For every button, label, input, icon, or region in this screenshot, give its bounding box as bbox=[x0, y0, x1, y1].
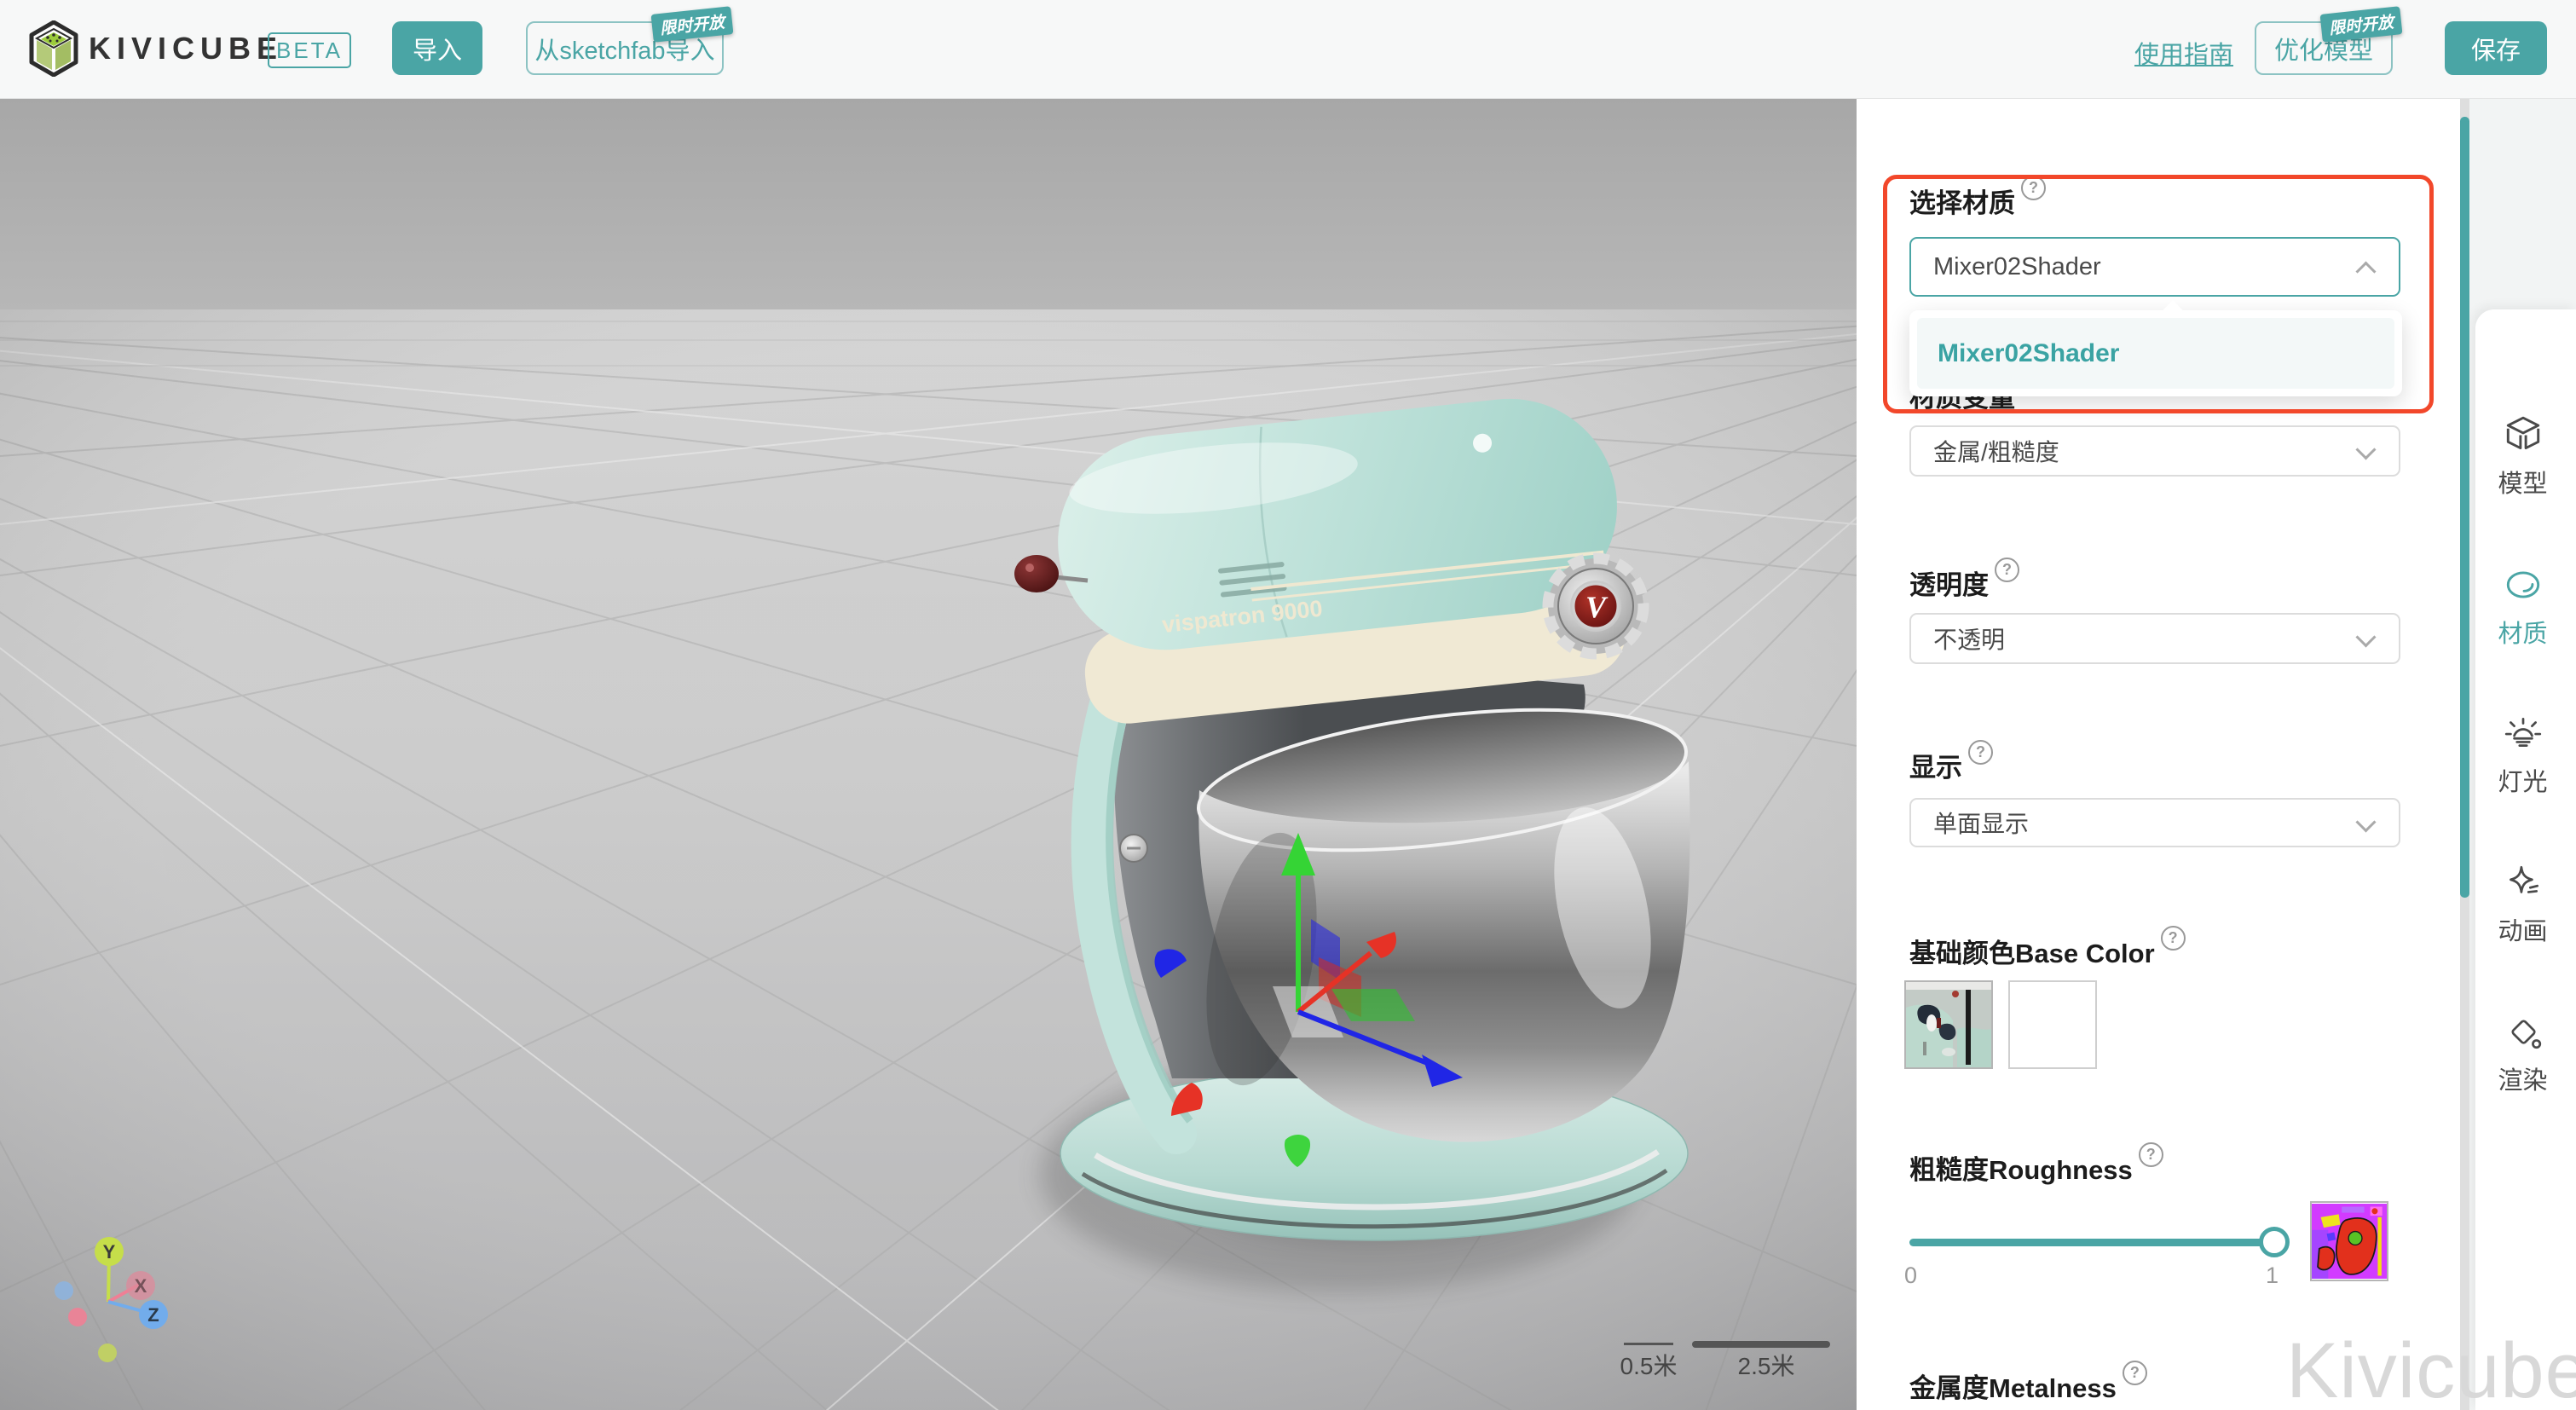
kiwi-cube-logo bbox=[29, 20, 78, 77]
workflow-select-value: 金属/粗糙度 bbox=[1933, 434, 2059, 468]
opacity-label: 透明度 ? bbox=[1909, 563, 2019, 602]
cube-icon bbox=[2502, 413, 2544, 456]
metalness-label-text: 金属度Metalness bbox=[1909, 1367, 2117, 1405]
roughness-label: 粗糙度Roughness ? bbox=[1909, 1148, 2163, 1187]
help-icon[interactable]: ? bbox=[1995, 558, 2019, 582]
tab-lighting[interactable]: 灯光 bbox=[2469, 712, 2576, 798]
help-icon[interactable]: ? bbox=[2161, 926, 2186, 951]
beta-badge: BETA bbox=[268, 32, 351, 68]
help-icon[interactable]: ? bbox=[1968, 740, 1993, 765]
sky-gradient bbox=[0, 98, 1857, 309]
axis-neg-z-handle[interactable] bbox=[55, 1281, 73, 1300]
user-guide-link[interactable]: 使用指南 bbox=[2134, 35, 2233, 71]
base-color-texture bbox=[1906, 982, 1991, 1067]
display-label: 显示 ? bbox=[1909, 746, 1993, 784]
save-button-label: 保存 bbox=[2471, 31, 2521, 66]
chevron-up-icon bbox=[2355, 261, 2376, 281]
import-button[interactable]: 导入 bbox=[392, 21, 482, 75]
display-label-text: 显示 bbox=[1909, 746, 1962, 784]
hub-logo-letter: V bbox=[1585, 590, 1609, 624]
viewport-canvas[interactable]: vispatron 9000 V bbox=[0, 98, 1857, 1410]
tab-render-label: 渲染 bbox=[2469, 1060, 2576, 1096]
opacity-select-value: 不透明 bbox=[1933, 621, 2005, 656]
scale-large-label: 2.5米 bbox=[1738, 1353, 1795, 1379]
brand-title: KIVICUBE bbox=[89, 31, 283, 66]
help-icon[interactable]: ? bbox=[2021, 176, 2046, 200]
roughness-min-label: 0 bbox=[1904, 1263, 1917, 1289]
opacity-label-text: 透明度 bbox=[1909, 563, 1989, 602]
help-icon[interactable]: ? bbox=[2139, 1142, 2163, 1167]
display-select-value: 单面显示 bbox=[1933, 806, 2029, 840]
help-icon[interactable]: ? bbox=[2123, 1361, 2147, 1385]
diamond-icon bbox=[2502, 1010, 2544, 1053]
material-properties-panel: 选择材质 ? Mixer02Shader Mixer02Shader 材质变量 … bbox=[1857, 98, 2460, 1410]
material-select[interactable]: Mixer02Shader bbox=[1909, 237, 2400, 297]
base-color-texture-swatch[interactable] bbox=[1904, 980, 1993, 1069]
panel-scrollbar-thumb[interactable] bbox=[2460, 117, 2469, 898]
optimize-model-button[interactable]: 优化模型 限时开放 bbox=[2255, 21, 2393, 75]
workflow-select[interactable]: 金属/粗糙度 bbox=[1909, 425, 2400, 477]
axis-x-label: X bbox=[135, 1275, 147, 1297]
tab-animation-label: 动画 bbox=[2469, 911, 2576, 947]
tab-render[interactable]: 渲染 bbox=[2469, 1010, 2576, 1096]
sparkle-icon bbox=[2502, 861, 2544, 904]
tab-lighting-label: 灯光 bbox=[2469, 762, 2576, 798]
metalness-label: 金属度Metalness ? bbox=[1909, 1367, 2147, 1405]
chevron-down-icon bbox=[2355, 812, 2376, 832]
select-material-label: 选择材质 ? bbox=[1909, 182, 2046, 220]
limited-time-badge: 限时开放 bbox=[2320, 6, 2403, 43]
import-button-label: 导入 bbox=[413, 31, 462, 66]
limited-time-badge: 限时开放 bbox=[651, 6, 734, 43]
light-icon bbox=[2502, 712, 2544, 754]
roughness-texture bbox=[2312, 1203, 2387, 1280]
base-color-label: 基础颜色Base Color ? bbox=[1909, 932, 2186, 970]
header-bar: KIVICUBE BETA 导入 从sketchfab导入 限时开放 使用指南 … bbox=[0, 0, 2576, 99]
tab-model[interactable]: 模型 bbox=[2469, 413, 2576, 500]
select-material-label-text: 选择材质 bbox=[1909, 182, 2015, 220]
kivicube-watermark: Kivicube bbox=[2286, 1326, 2576, 1410]
tab-material-label: 材质 bbox=[2469, 614, 2576, 650]
sketchfab-import-button[interactable]: 从sketchfab导入 限时开放 bbox=[526, 21, 724, 75]
axis-y-label: Y bbox=[103, 1241, 116, 1263]
roughness-label-text: 粗糙度Roughness bbox=[1909, 1148, 2133, 1187]
material-select-value: Mixer02Shader bbox=[1933, 253, 2101, 281]
scale-small-label: 0.5米 bbox=[1620, 1353, 1678, 1379]
material-dropdown-menu: Mixer02Shader bbox=[1909, 310, 2402, 396]
axis-neg-y-handle[interactable] bbox=[98, 1344, 117, 1362]
opacity-select[interactable]: 不透明 bbox=[1909, 613, 2400, 664]
base-color-label-text: 基础颜色Base Color bbox=[1909, 932, 2155, 970]
roughness-slider[interactable] bbox=[1909, 1239, 2276, 1246]
roughness-slider-thumb[interactable] bbox=[2259, 1227, 2290, 1257]
tab-material[interactable]: 材质 bbox=[2469, 563, 2576, 650]
material-option-label: Mixer02Shader bbox=[1938, 339, 2119, 368]
save-button[interactable]: 保存 bbox=[2445, 21, 2547, 75]
base-color-plain-swatch[interactable] bbox=[2008, 980, 2097, 1069]
attachment-hub: V bbox=[1548, 558, 1643, 654]
panel-scrollbar[interactable] bbox=[2460, 98, 2469, 1410]
scene-render: vispatron 9000 V bbox=[0, 98, 1857, 1410]
roughness-texture-swatch[interactable] bbox=[2310, 1201, 2388, 1281]
axis-z-label: Z bbox=[147, 1304, 159, 1326]
material-dropdown-option[interactable]: Mixer02Shader bbox=[1917, 318, 2394, 389]
sphere-icon bbox=[2502, 563, 2544, 606]
roughness-max-label: 1 bbox=[2266, 1263, 2279, 1289]
display-select[interactable]: 单面显示 bbox=[1909, 798, 2400, 847]
chevron-down-icon bbox=[2355, 627, 2376, 647]
axis-neg-x-handle[interactable] bbox=[68, 1308, 87, 1326]
tab-model-label: 模型 bbox=[2469, 464, 2576, 500]
kivicube-editor: KIVICUBE BETA 导入 从sketchfab导入 限时开放 使用指南 … bbox=[0, 0, 2576, 1410]
chevron-down-icon bbox=[2355, 439, 2376, 459]
editor-mode-toolbar: 模型 材质 灯光 动画 bbox=[2469, 98, 2576, 1410]
tab-animation[interactable]: 动画 bbox=[2469, 861, 2576, 947]
mixer-model: vispatron 9000 V bbox=[1014, 388, 1694, 1240]
